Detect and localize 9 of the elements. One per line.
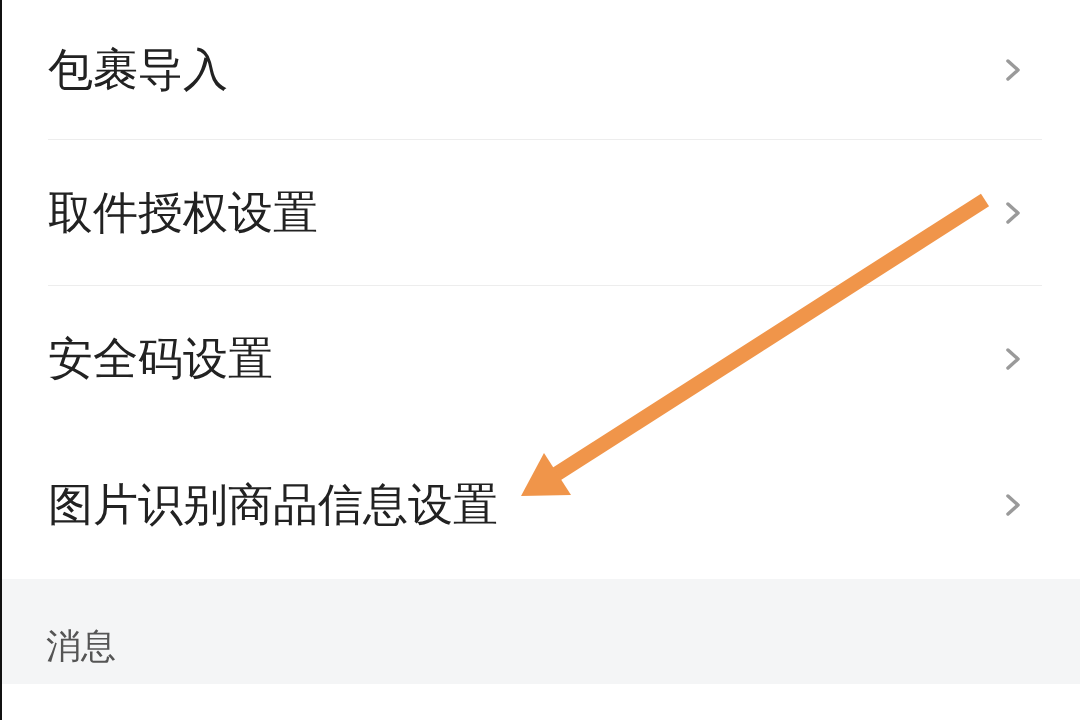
chevron-right-icon [1006, 58, 1020, 81]
chevron-right-icon [1006, 347, 1020, 370]
settings-item[interactable]: 安全码设置 [48, 286, 1042, 432]
settings-item[interactable]: 取件授权设置 [48, 140, 1042, 286]
chevron-right-icon [1006, 201, 1020, 224]
settings-item[interactable]: 包裹导入 [48, 0, 1042, 140]
settings-item[interactable]: 图片识别商品信息设置 [48, 432, 1042, 578]
chevron-right-icon [1006, 493, 1020, 516]
section-header: 消息 [46, 626, 116, 666]
